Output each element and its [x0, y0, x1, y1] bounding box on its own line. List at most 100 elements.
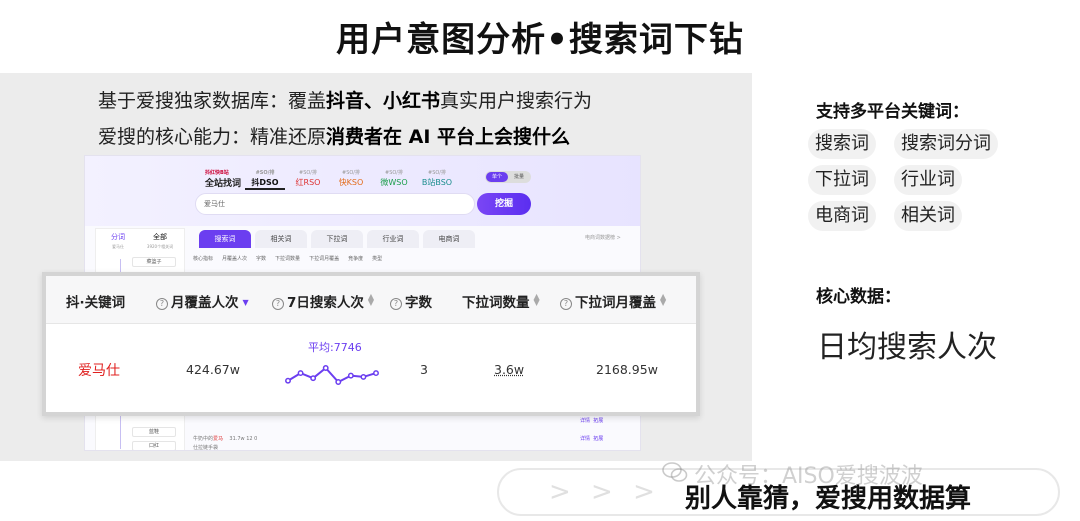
tab-industry-words[interactable]: 行业词 [367, 230, 419, 248]
side-tab-small: 爱马仕 [112, 244, 124, 249]
filter-monthly[interactable]: 月覆盖人次 [222, 252, 247, 266]
header-monthly-reach[interactable]: ? 月覆盖人次 ▼ [156, 291, 249, 311]
intro-line-2: 爱搜的核心能力：精准还原消费者在 AI 平台上会搜什么 [98, 122, 570, 149]
platform-tab-kso[interactable]: #SO/排 快KSO [331, 168, 371, 188]
brand-logo: 抖红快B站全站找词 [205, 168, 245, 190]
side-tab-all[interactable]: 全部 3920个相关词 [142, 233, 178, 251]
tab-search-words[interactable]: 搜索词 [199, 230, 251, 248]
expand-link[interactable]: 拓展 [593, 418, 603, 424]
intro-text: 爱搜的核心能力：精准还原 [98, 126, 327, 148]
sparkline-point [347, 372, 354, 379]
side-chip[interactable]: 蓝鞋 [132, 427, 176, 437]
help-icon[interactable]: ? [156, 298, 168, 310]
header-label: 下拉词月覆盖 [575, 295, 656, 311]
filter-dropdown-count[interactable]: 下拉词数量 [275, 252, 300, 266]
wechat-icon [662, 462, 688, 482]
platform-tab-small: #SO/排 [385, 170, 403, 176]
intro-line-1: 基于爱搜独家数据库：覆盖抖音、小红书真实用户搜索行为 [98, 86, 592, 113]
sort-icon[interactable]: ▲ ▼ [368, 293, 374, 307]
char-count-value: 3 [420, 362, 428, 377]
page-title: 用户意图分析•搜索词下钻 [336, 20, 744, 60]
bg-row-values: 31.7w 12 0 [229, 436, 258, 442]
ecommerce-notice-link[interactable]: 电商词数据榜 > [585, 234, 621, 241]
platform-keywords-title: 支持多平台关键词： [816, 102, 969, 122]
detail-link[interactable]: 详情 [580, 436, 590, 442]
side-chip[interactable]: 菜篮子 [132, 257, 176, 267]
side-chip[interactable]: 口红 [132, 441, 176, 450]
chip-search-words: 搜索词 [808, 129, 876, 159]
app-header: 抖红快B站 全站找词 #SO/排 抖DSO #SO/排 红RSO #SO/排 快KSO … [85, 156, 640, 226]
expand-link[interactable]: 拓展 [593, 436, 603, 442]
sort-icon[interactable]: ▲ ▼ [534, 293, 540, 307]
header-dropdown-monthly[interactable]: ? 下拉词月覆盖 ▲ ▼ [560, 291, 666, 311]
filter-competition[interactable]: 竞争度 [348, 252, 363, 266]
intro-bold: 抖音、小红书 [326, 90, 441, 112]
platform-tab-small: #SO/排 [299, 170, 317, 176]
dropdown-count-link[interactable]: 3.6w [494, 362, 524, 377]
toggle-batch[interactable]: 批量 [508, 172, 530, 182]
sparkline-point [297, 370, 304, 377]
keyword-tabs: 搜索词 相关词 下拉词 行业词 电商词 [193, 230, 633, 250]
trend-sparkline[interactable] [284, 364, 380, 386]
filter-chars[interactable]: 字数 [256, 252, 266, 266]
filter-label: 核心指标 [193, 256, 214, 262]
platform-tab-small: #SO/排 [255, 170, 275, 176]
sparkline-point [335, 379, 342, 385]
bg-row-text: 仕拉链手袋 [193, 445, 219, 451]
sparkline-point [285, 377, 291, 384]
help-icon[interactable]: ? [560, 298, 572, 310]
side-tab-label: 全部 [153, 233, 167, 241]
watermark: 公众号：AISO爱搜波波 [694, 464, 923, 489]
dropdown-monthly-value: 2168.95w [596, 362, 658, 377]
search-input[interactable]: 爱马仕 [195, 193, 475, 215]
sparkline-point [373, 370, 379, 377]
chip-industry-words: 行业词 [894, 165, 962, 195]
help-icon[interactable]: ? [272, 298, 284, 310]
platform-tab-wso[interactable]: #SO/排 微WSO [374, 168, 414, 188]
row-ops: 详情 拓展 [580, 435, 603, 442]
row-ops: 详情 拓展 [580, 417, 603, 424]
keyword-link[interactable]: 爱马仕 [78, 360, 120, 380]
tab-dropdown-words[interactable]: 下拉词 [311, 230, 363, 248]
sort-icon[interactable]: ▲ ▼ [660, 293, 666, 307]
filter-bar: 核心指标 月覆盖人次 字数 下拉词数量 下拉词月覆盖 竞争度 类型 [193, 252, 633, 266]
header-label: 下拉词数量 [462, 295, 530, 311]
platform-tab-small: #SO/排 [428, 170, 446, 176]
platform-tab-rso[interactable]: #SO/排 红RSO [288, 168, 328, 188]
header-label: 抖·关键词 [66, 295, 126, 311]
core-data-value: 日均搜索人次 [817, 330, 997, 365]
side-tab-small: 3920个相关词 [146, 244, 174, 249]
side-tab-segment[interactable]: 分词 爱马仕 [100, 233, 136, 251]
average-label: 平均:7746 [308, 341, 362, 354]
tab-related-words[interactable]: 相关词 [255, 230, 307, 248]
brand-small: 抖红快B站 [205, 170, 229, 176]
header-dropdown-count[interactable]: 下拉词数量 ▲ ▼ [462, 291, 540, 312]
help-icon[interactable]: ? [390, 298, 402, 310]
bg-row-text: 牛奶中的 [193, 436, 214, 442]
intro-bold: 消费者在 AI 平台上会搜什么 [326, 126, 571, 148]
intro-text: 基于爱搜独家数据库：覆盖 [98, 90, 327, 112]
chip-related-words: 相关词 [894, 201, 962, 231]
core-data-title: 核心数据： [816, 287, 901, 307]
sparkline-point [322, 365, 329, 371]
chevron-arrows-icon: > > > [549, 477, 661, 507]
background-row: 牛奶中的爱马 31.7w 12 0 [193, 435, 257, 442]
header-7day-search[interactable]: ? 7日搜索人次 ▲ ▼ [272, 291, 374, 311]
brand-name: 全站找词 [205, 179, 242, 189]
detail-link[interactable]: 详情 [580, 418, 590, 424]
platform-tab-bso[interactable]: #SO/排 B站BSO [417, 168, 457, 188]
intro-text: 真实用户搜索行为 [440, 90, 593, 112]
tab-ecommerce-words[interactable]: 电商词 [423, 230, 475, 248]
filter-type[interactable]: 类型 [372, 252, 382, 266]
platform-tab-dso[interactable]: #SO/排 抖DSO [245, 168, 285, 190]
platform-tab-small: #SO/排 [342, 170, 360, 176]
toggle-single[interactable]: 单个 [486, 172, 508, 182]
sort-desc-icon[interactable]: ▼ [243, 299, 249, 307]
dig-button[interactable]: 挖掘 [477, 193, 531, 215]
mode-toggle[interactable]: 单个 批量 [485, 171, 531, 183]
bg-row-highlight: 爱马 [213, 436, 224, 442]
filter-dropdown-monthly[interactable]: 下拉词月覆盖 [309, 252, 339, 266]
chip-dropdown-words: 下拉词 [808, 165, 876, 195]
keyword-table-zoom: 抖·关键词 ? 月覆盖人次 ▼ ? 7日搜索人次 ▲ ▼ ? 字数 下拉词数量 ▲ ▼ ? 下拉词… [42, 272, 700, 416]
sparkline-point [360, 373, 367, 380]
